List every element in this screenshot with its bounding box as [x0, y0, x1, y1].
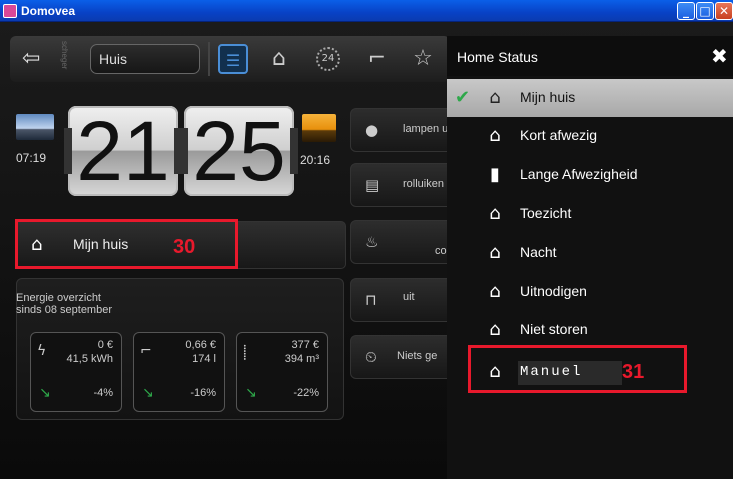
status-item-toezicht[interactable]: ⌂ Toezicht	[447, 195, 733, 233]
trend-down-icon: ↘	[142, 385, 154, 401]
energy-title-line2: sinds 08 september	[16, 304, 112, 316]
house-guest-icon: ⌂	[489, 281, 501, 302]
electricity-cost: 0 €	[97, 339, 113, 351]
close-icon[interactable]: ✖	[711, 44, 728, 68]
status-label: Lange Afwezigheid	[520, 166, 638, 182]
gas-cost: 377 €	[291, 339, 319, 351]
app-icon	[3, 4, 17, 18]
energy-title: Energie overzicht sinds 08 september	[16, 292, 112, 316]
home-status-title: Home Status	[457, 49, 538, 65]
status-item-mijn-huis[interactable]: ✔ ⌂ Mijn huis	[447, 79, 733, 117]
lights-label: lampen u	[403, 123, 449, 135]
gas-change: -22%	[293, 387, 319, 399]
maximize-button[interactable]: □	[696, 2, 714, 20]
lock-button[interactable]: ⊓ uit	[350, 278, 460, 322]
status-item-niet-storen[interactable]: ⌂ Niet storen	[447, 311, 733, 349]
water-cost: 0,66 €	[185, 339, 216, 351]
energy-card-electricity: ϟ 0 € 41,5 kWh ↘ -4%	[30, 332, 122, 412]
faucet-icon: ⌐	[140, 343, 152, 359]
energy-card-gas: ⸽ 377 € 394 m³ ↘ -22%	[236, 332, 328, 412]
clock24-icon[interactable]: 24	[316, 47, 340, 71]
gas-usage: 394 m³	[284, 353, 319, 365]
camera-icon[interactable]: ⌐	[362, 44, 392, 74]
sunrise-time: 07:19	[16, 151, 47, 165]
clock-hours: 21	[64, 106, 182, 196]
list-icon[interactable]: ☰	[218, 44, 248, 74]
sunset-time: 20:16	[300, 153, 331, 167]
electricity-usage: 41,5 kWh	[66, 353, 113, 365]
annotation-box-30	[15, 219, 238, 269]
shutters-button[interactable]: ▤ rolluiken	[350, 163, 460, 207]
status-item-lange-afwezigheid[interactable]: ▮ Lange Afwezigheid	[447, 156, 733, 194]
sunset-image	[302, 114, 336, 142]
lights-button[interactable]: ● lampen u	[350, 108, 460, 152]
shutter-icon: ▤	[365, 176, 380, 194]
clock24-icon: ⏲	[365, 348, 377, 366]
trend-down-icon: ↘	[39, 385, 51, 401]
star-icon[interactable]: ☆	[408, 44, 438, 74]
trend-down-icon: ↘	[245, 385, 257, 401]
lock-label: uit	[403, 291, 415, 303]
status-label: Uitnodigen	[520, 283, 587, 299]
energy-title-line1: Energie overzicht	[16, 292, 101, 304]
electricity-change: -4%	[93, 387, 113, 399]
shutters-label: rolluiken	[403, 178, 444, 190]
timer-label: Niets ge	[397, 350, 438, 362]
scene-icon: ♨	[365, 233, 379, 251]
scene-label: co	[435, 245, 447, 257]
window-title: Domovea	[21, 4, 76, 18]
status-label: Mijn huis	[520, 89, 576, 105]
suitcase-icon: ▮	[490, 164, 500, 185]
checkmark-icon: ✔	[455, 87, 471, 108]
timer-button[interactable]: ⏲ Niets ge	[350, 335, 460, 379]
clock-minutes: 25	[180, 106, 298, 196]
status-item-uitnodigen[interactable]: ⌂ Uitnodigen	[447, 273, 733, 311]
annotation-number-31: 31	[622, 361, 645, 383]
camera-house-icon[interactable]: ⌂	[264, 44, 294, 74]
status-item-kort-afwezig[interactable]: ⌂ Kort afwezig	[447, 117, 733, 155]
energy-card-water: ⌐ 0,66 € 174 l ↘ -16%	[133, 332, 225, 412]
toolbar-divider	[208, 42, 210, 76]
sunrise-image	[16, 114, 54, 140]
house-person-icon: ⌂	[489, 87, 501, 108]
scene-button[interactable]: ♨ co	[350, 220, 460, 264]
back-arrow-icon[interactable]: ⇦	[22, 46, 40, 71]
minimize-button[interactable]: _	[677, 2, 695, 20]
status-label: Toezicht	[520, 205, 572, 221]
location-selector[interactable]: Huis	[90, 44, 200, 74]
house-moon-icon: ⌂	[489, 242, 501, 263]
house-camera-icon: ⌂	[489, 203, 501, 224]
title-bar: Domovea _ □ ✕	[0, 0, 733, 22]
lightning-icon: ϟ	[37, 343, 47, 359]
clock-person-icon: ⌂	[489, 125, 501, 146]
water-change: -16%	[190, 387, 216, 399]
side-label: scheger	[60, 41, 69, 70]
gas-icon: ⸽	[243, 345, 247, 361]
annotation-number-30: 30	[173, 236, 196, 258]
status-label: Niet storen	[520, 321, 588, 337]
circle-icon: ●	[365, 121, 379, 139]
status-label: Kort afwezig	[520, 127, 598, 143]
annotation-box-31	[468, 345, 687, 393]
close-window-button[interactable]: ✕	[715, 2, 733, 20]
status-item-nacht[interactable]: ⌂ Nacht	[447, 234, 733, 272]
water-usage: 174 l	[192, 353, 216, 365]
house-lock-icon: ⌂	[489, 319, 501, 340]
lock-icon: ⊓	[365, 291, 377, 309]
toolbar: ⇦ scheger Huis ☰ ⌂ 24 ⌐ ☆	[10, 36, 450, 82]
status-label: Nacht	[520, 244, 557, 260]
